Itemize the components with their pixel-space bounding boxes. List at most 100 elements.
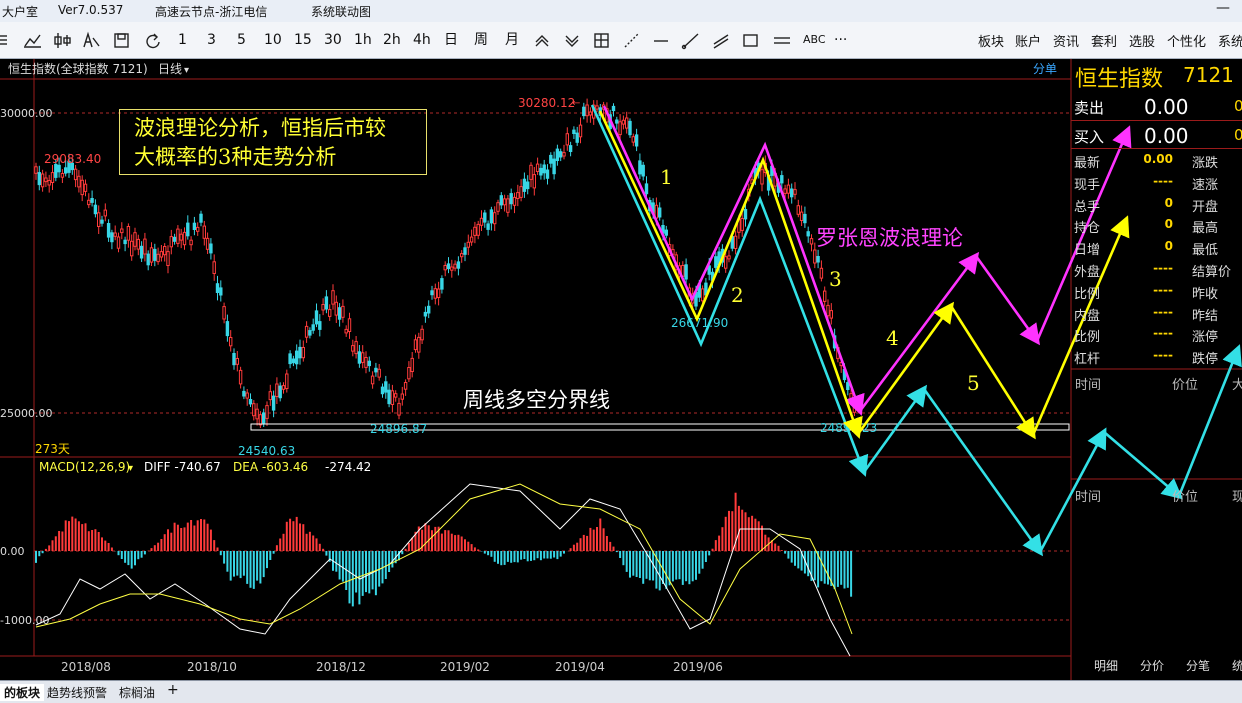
candle-body [799,211,804,222]
period-5[interactable]: 5 [237,31,246,49]
formula-icon[interactable] [83,31,100,48]
candle-body [347,318,352,332]
chart-period[interactable]: 日线 [158,62,182,76]
period-30[interactable]: 30 [324,31,342,49]
candle-body [433,288,438,299]
menu-icon[interactable] [0,35,7,45]
candle-body [139,245,144,259]
abc-tool[interactable]: ABC [803,31,826,49]
quote-row-label: 外盘 [1074,265,1101,280]
menu-personalize[interactable]: 个性化 [1167,31,1206,50]
candle-body [321,304,325,311]
line-chart-icon[interactable] [24,34,41,48]
period-month[interactable]: 月 [505,31,519,49]
minimize-icon[interactable]: — [1216,0,1230,16]
candle-body [64,167,68,174]
candle-body [113,232,117,237]
tab-trend-alert[interactable]: 趋势线预警 [47,684,107,701]
label-high: 30280.12 [518,96,575,110]
period-day[interactable]: 日 [444,31,458,49]
period-1h[interactable]: 1h [354,31,372,49]
candle-body [232,353,236,366]
candle-body [149,247,154,263]
channel-icon[interactable] [713,34,729,49]
ray-icon[interactable] [681,33,699,50]
menu-title[interactable]: 系统联动图 [311,3,371,20]
tab-price-dist[interactable]: 分价 [1140,657,1164,674]
label-left-high: 29083.40 [44,152,101,166]
add-tab-button[interactable]: + [167,682,179,698]
grid-icon[interactable] [594,33,609,48]
candle-icon[interactable] [54,33,71,48]
candle-body [565,133,569,146]
candle-body [186,222,190,237]
server-name[interactable]: 高速云节点-浙江电信 [155,3,267,20]
chevron-up-icon[interactable] [535,35,549,47]
tab-detail[interactable]: 明细 [1094,657,1118,674]
high-arrow: ← [572,98,580,109]
menu-news[interactable]: 资讯 [1053,31,1079,50]
candle-body [796,205,800,215]
delete-line-icon[interactable] [774,37,790,44]
period-4h[interactable]: 4h [413,31,431,49]
right-label[interactable]: 分单 [1033,62,1057,76]
candle-body [469,236,474,243]
candle-body [783,188,787,194]
macd-title[interactable]: MACD(12,26,9) [39,460,130,474]
candle-body [628,120,632,136]
candle-body [179,233,183,241]
period-dropdown-icon[interactable]: ▾ [184,65,189,76]
period-15[interactable]: 15 [294,31,312,49]
candle-body [539,167,543,176]
quote-row-value: ---- [1153,282,1173,297]
menu-account[interactable]: 账户 [1015,31,1041,50]
save-icon[interactable] [114,33,129,48]
candle-body [47,180,51,186]
tab-sector[interactable]: 的板块 [0,684,45,701]
candle-body [479,217,484,226]
period-1[interactable]: 1 [178,31,187,49]
menu-stock-pick[interactable]: 选股 [1129,31,1155,50]
refresh-icon[interactable] [146,33,160,49]
candle-body [625,117,629,129]
candle-body [397,402,401,416]
candle-body [262,412,266,424]
period-2h[interactable]: 2h [383,31,401,49]
candle-body [304,325,309,338]
menu-sector[interactable]: 板块 [978,31,1004,50]
tab-palm-oil[interactable]: 棕榈油 [119,684,155,701]
menu-arbitrage[interactable]: 套利 [1091,31,1117,50]
toolbar-icons [0,31,160,49]
candle-body [453,263,457,269]
candle-body [714,256,718,268]
date-label: 2018/08 [61,660,111,674]
tick-header-time: 时间 [1075,378,1102,393]
quote-title: 恒生指数 [1075,67,1164,92]
quote-row-label: 昨收 [1192,286,1219,302]
candle-body [394,393,398,398]
macd-axis-zero: 0.00 [0,545,25,558]
chevron-down-icon[interactable] [565,35,579,47]
period-10[interactable]: 10 [264,31,282,49]
wave-theory-label: 罗张恩波浪理论 [816,226,963,250]
candle-body [87,199,91,206]
period-week[interactable]: 周 [474,31,488,49]
period-3[interactable]: 3 [207,31,216,49]
tab-ticks[interactable]: 分笔 [1186,657,1210,674]
candle-body [760,169,764,185]
menu-system[interactable]: 系统 [1218,31,1242,50]
trendline-icon[interactable] [624,33,639,48]
candle-body [377,368,381,378]
more-tools[interactable]: ··· [834,31,847,49]
candle-body [634,134,639,147]
tab-stats[interactable]: 统 [1232,657,1242,674]
candle-body [733,235,738,249]
candle-body [664,229,668,236]
rectangle-icon[interactable] [743,34,758,47]
candle-body [100,219,104,224]
candle-body [123,239,127,245]
analysis-note: 波浪理论分析，恒指后市较 大概率的3种走势分析 [119,109,427,175]
macd-dropdown-icon[interactable]: ▾ [128,463,133,474]
label-low2: 24896.87 [370,422,427,436]
candle-body [40,173,45,188]
